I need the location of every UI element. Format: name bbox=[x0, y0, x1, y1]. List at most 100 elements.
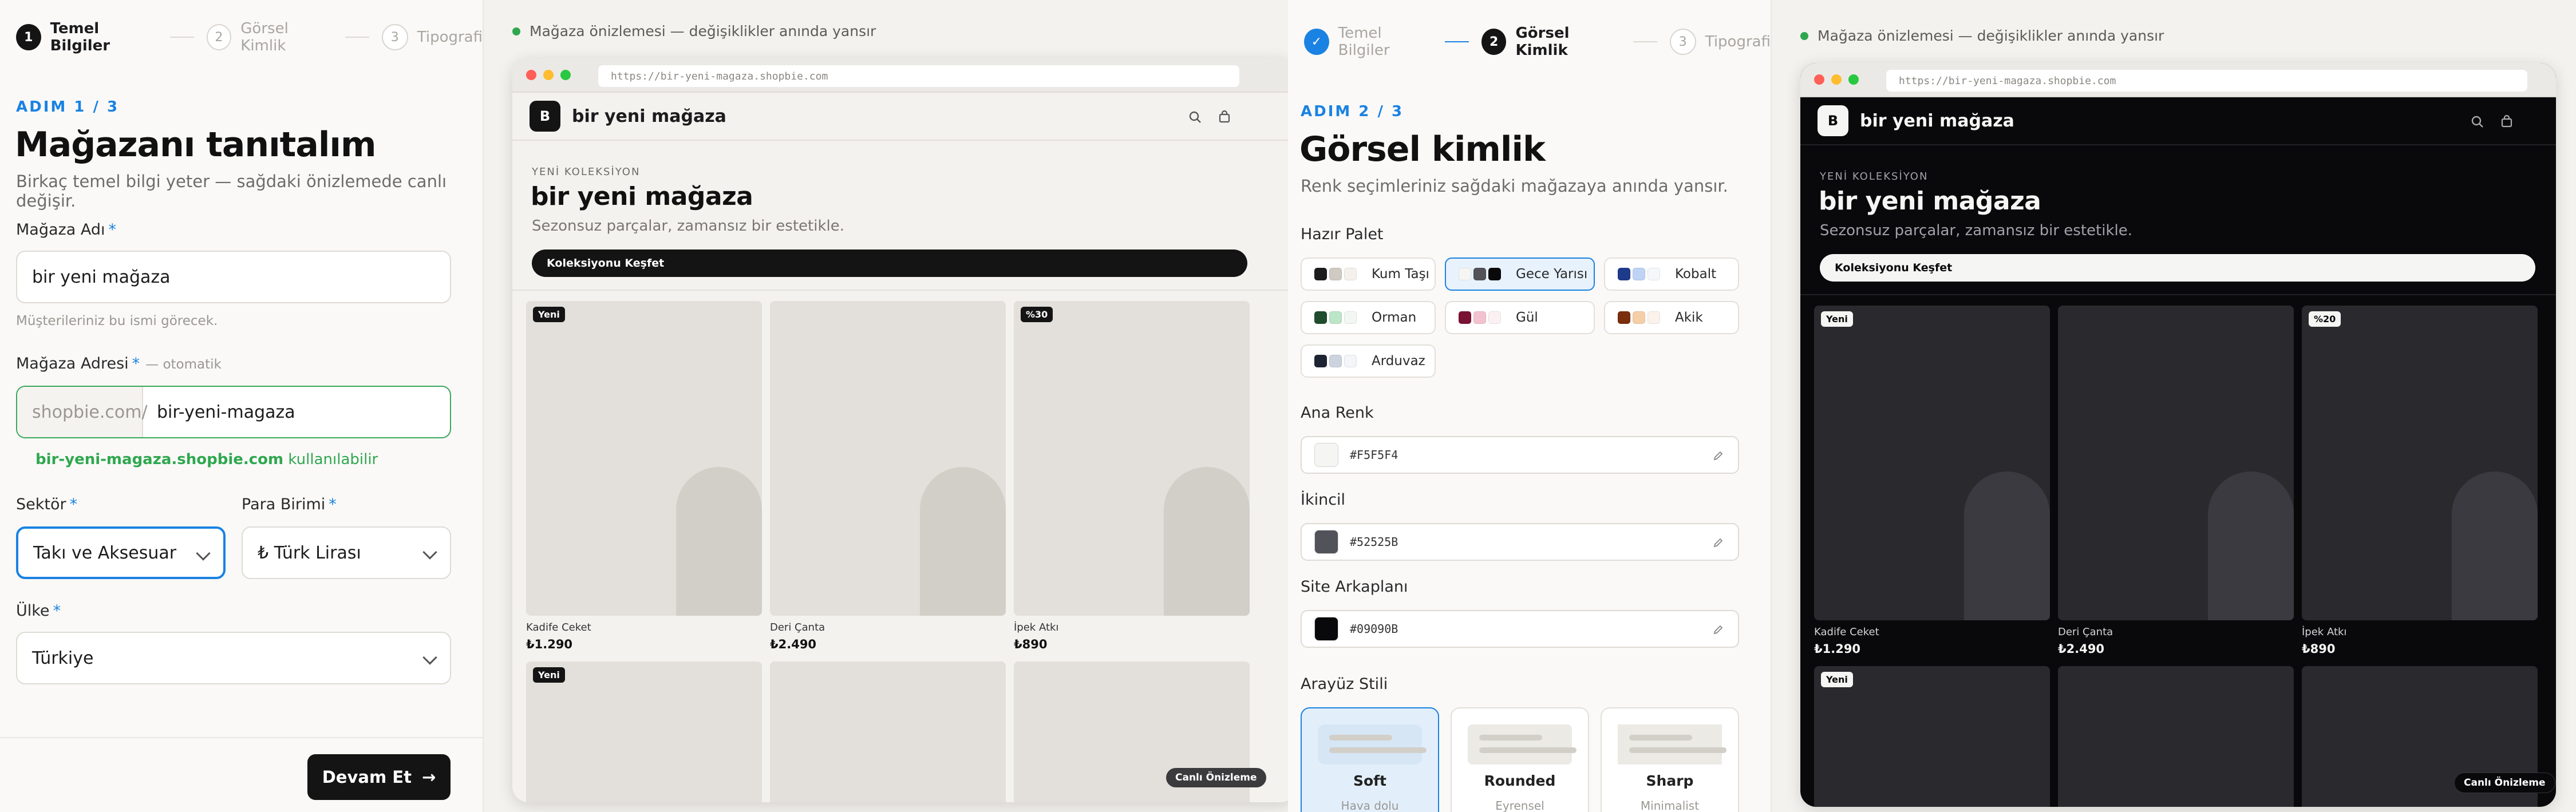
page-subtitle: Renk seçimleriniz sağdaki mağazaya anınd… bbox=[1301, 176, 1728, 196]
product-image bbox=[676, 467, 762, 616]
line bbox=[1629, 735, 1692, 740]
palette-chip-orman[interactable]: Orman bbox=[1301, 301, 1436, 334]
step-basic-info[interactable]: 1 Temel Bilgiler bbox=[16, 20, 157, 54]
color-swatch[interactable] bbox=[1314, 617, 1338, 641]
label-text: Sektör bbox=[16, 496, 66, 513]
preview-panel: Mağaza önizlemesi — değişiklikler anında… bbox=[1772, 0, 2576, 812]
step-connector bbox=[170, 37, 194, 38]
pencil-icon[interactable] bbox=[1713, 624, 1724, 635]
product-card[interactable]: Yeni bbox=[526, 662, 762, 802]
pencil-icon[interactable] bbox=[1713, 450, 1724, 461]
ui-style-label: Arayüz Stili bbox=[1301, 675, 1388, 693]
style-preview bbox=[1468, 724, 1577, 765]
swatch bbox=[1329, 311, 1342, 324]
product-card[interactable]: Yeni bbox=[1814, 306, 2050, 620]
cta-button[interactable]: Koleksiyonu Keşfet bbox=[532, 249, 1247, 277]
style-desc: Hava dolu bbox=[1341, 799, 1399, 812]
step-visual-identity[interactable]: 2 Görsel Kimlik bbox=[1481, 25, 1621, 59]
required-mark: * bbox=[53, 602, 61, 620]
store-name-input[interactable]: bir yeni mağaza bbox=[16, 251, 451, 303]
secondary-color-label: İkincil bbox=[1301, 491, 1346, 509]
swatch bbox=[1314, 355, 1327, 367]
store-name-label: Mağaza Adı * bbox=[16, 221, 116, 239]
preview-panel: Mağaza önizlemesi — değişiklikler anında… bbox=[484, 0, 1288, 812]
step-basic-info[interactable]: ✓ Temel Bilgiler bbox=[1304, 25, 1432, 59]
pencil-icon[interactable] bbox=[1713, 537, 1724, 548]
palette-chip-arduvaz[interactable]: Arduvaz bbox=[1301, 344, 1436, 378]
auto-note: — otomatik bbox=[145, 357, 222, 372]
palette-chip-gece-yarisi[interactable]: Gece Yarısı bbox=[1445, 258, 1595, 291]
step-visual-identity[interactable]: 2 Görsel Kimlik bbox=[206, 20, 333, 54]
ui-style-soft[interactable]: Soft Hava dolu bbox=[1301, 707, 1439, 812]
product-card[interactable]: %30 bbox=[1014, 301, 1250, 616]
shop-name: bir yeni mağaza bbox=[1860, 110, 2014, 131]
product-card[interactable] bbox=[770, 662, 1006, 802]
ui-style-sharp[interactable]: Sharp Minimalist bbox=[1601, 707, 1739, 812]
step-typography[interactable]: 3 Tipografi bbox=[381, 24, 483, 50]
product-card[interactable]: Yeni bbox=[1814, 666, 2050, 807]
product-card[interactable] bbox=[2058, 666, 2294, 807]
continue-button[interactable]: Devam Et → bbox=[307, 754, 451, 800]
search-icon[interactable] bbox=[1189, 111, 1202, 124]
palette-chip-akik[interactable]: Akik bbox=[1604, 301, 1739, 334]
color-swatch[interactable] bbox=[1314, 530, 1338, 554]
close-dot-icon bbox=[526, 70, 536, 80]
line bbox=[1329, 735, 1392, 740]
product-price: ₺2.490 bbox=[2058, 642, 2105, 656]
style-name: Soft bbox=[1353, 773, 1386, 789]
primary-color-input[interactable]: #F5F5F4 bbox=[1301, 436, 1739, 474]
shopping-bag-icon[interactable] bbox=[1218, 110, 1231, 124]
required-mark: * bbox=[132, 355, 140, 373]
product-card[interactable]: %20 bbox=[2302, 306, 2538, 620]
palette-chip-gul[interactable]: Gül bbox=[1445, 301, 1595, 334]
form-panel: ✓ Temel Bilgiler 2 Görsel Kimlik 3 Tipograf… bbox=[1288, 0, 1772, 812]
product-card[interactable] bbox=[2058, 306, 2294, 620]
secondary-color-input[interactable]: #52525B bbox=[1301, 523, 1739, 561]
sector-select[interactable]: Takı ve Aksesuar bbox=[16, 526, 226, 579]
cta-button[interactable]: Koleksiyonu Keşfet bbox=[1820, 254, 2535, 282]
color-swatch[interactable] bbox=[1314, 443, 1338, 467]
swatch bbox=[1488, 311, 1501, 324]
ui-style-rounded[interactable]: Rounded Eyrensel bbox=[1451, 707, 1589, 812]
swatch bbox=[1344, 311, 1357, 324]
style-preview bbox=[1618, 724, 1726, 765]
step-connector bbox=[345, 37, 369, 38]
palette-chip-kum-tasi[interactable]: Kum Taşı bbox=[1301, 258, 1436, 291]
chevron-down-icon bbox=[422, 650, 437, 665]
maximize-dot-icon bbox=[1848, 74, 1859, 85]
shopping-bag-icon[interactable] bbox=[2500, 114, 2514, 128]
palette-name: Arduvaz bbox=[1372, 354, 1425, 369]
preview-note-text: Mağaza önizlemesi — değişiklikler anında… bbox=[530, 23, 876, 39]
line bbox=[1629, 747, 1726, 753]
palette-chip-kobalt[interactable]: Kobalt bbox=[1604, 258, 1739, 291]
label-text: Mağaza Adresi bbox=[16, 355, 129, 373]
currency-select[interactable]: ₺ Türk Lirası bbox=[242, 526, 451, 579]
swatch bbox=[1344, 268, 1357, 280]
label-text: Mağaza Adı bbox=[16, 221, 105, 239]
palette-name: Gece Yarısı bbox=[1516, 267, 1588, 282]
background-color-input[interactable]: #09090B bbox=[1301, 610, 1739, 648]
product-card[interactable]: Yeni bbox=[526, 301, 762, 616]
palette-name: Orman bbox=[1372, 310, 1417, 325]
color-value: #09090B bbox=[1350, 622, 1398, 636]
screen-step-1: 1 Temel Bilgiler 2 Görsel Kimlik 3 Tipograf… bbox=[0, 0, 1288, 812]
hero-kicker: YENİ KOLEKSİYON bbox=[1820, 171, 1929, 183]
step-typography[interactable]: 3 Tipografi bbox=[1669, 29, 1771, 55]
swatch bbox=[1633, 268, 1645, 280]
step-eyebrow: ADIM 1 / 3 bbox=[16, 98, 120, 116]
product-price: ₺2.490 bbox=[770, 637, 817, 651]
hero-subtitle: Sezonsuz parçalar, zamansız bir estetikl… bbox=[1820, 222, 2132, 239]
step-connector bbox=[1633, 41, 1657, 42]
label-text: Para Birimi bbox=[242, 496, 326, 513]
country-select[interactable]: Türkiye bbox=[16, 632, 451, 684]
product-card[interactable] bbox=[770, 301, 1006, 616]
required-mark: * bbox=[329, 496, 337, 513]
style-desc: Minimalist bbox=[1640, 799, 1700, 812]
step-number: 3 bbox=[1669, 29, 1696, 55]
footer-divider bbox=[0, 737, 483, 738]
search-icon[interactable] bbox=[2471, 116, 2484, 128]
step-number: 3 bbox=[381, 24, 408, 50]
store-address-input[interactable]: shopbie.com/ bir-yeni-magaza bbox=[16, 386, 451, 438]
shop-header: B bir yeni mağaza bbox=[512, 93, 1288, 141]
available-text: kullanılabilir bbox=[288, 451, 378, 468]
